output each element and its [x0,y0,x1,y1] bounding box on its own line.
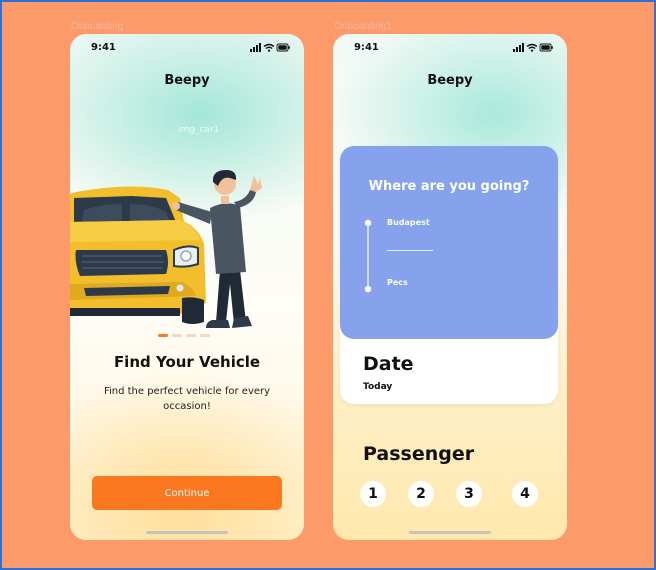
frame-label-onboarding1: Onboarding1 [334,21,392,32]
passenger-title: Passenger [363,443,475,465]
home-indicator [409,531,491,534]
destination-title: Where are you going? [368,179,530,194]
origin-field[interactable]: Budapest [387,218,430,227]
onboarding-screen: 9:41 Beepy img_car1 Find Your Vehicle Fi… [70,34,304,540]
pager-dot[interactable] [186,334,196,337]
destination-card: Where are you going? Budapest Pecs [340,146,558,339]
status-icons [513,43,553,52]
pager-dots [158,334,212,338]
design-canvas: Onboarding Onboarding1 9:41 Beepy img_ca… [2,2,654,568]
home-indicator [146,531,228,534]
trip-setup-screen: 9:41 Beepy Where are you going? Budapest… [333,34,567,540]
pager-dot[interactable] [200,334,210,337]
pager-dot-active[interactable] [158,334,168,337]
route-line-icon [364,219,372,293]
passenger-option-4[interactable]: 4 [512,481,538,507]
continue-button[interactable]: Continue [92,476,282,510]
passenger-option-2[interactable]: 2 [408,481,434,507]
wifi-icon [526,43,538,52]
onboarding-headline: Find Your Vehicle [113,353,261,371]
battery-icon [539,43,553,52]
onboarding-subtext: Find the perfect vehicle for every occas… [103,386,271,412]
route-divider [387,250,433,251]
passenger-option-1[interactable]: 1 [360,481,386,507]
wifi-icon [263,43,275,52]
car-person-illustration [70,170,262,328]
passenger-option-3[interactable]: 3 [456,481,482,507]
app-title: Beepy [164,73,210,88]
date-title: Date [363,353,414,375]
status-time: 9:41 [354,42,379,53]
battery-icon [276,43,290,52]
signal-icon [513,43,524,52]
app-title: Beepy [427,73,473,88]
destination-field[interactable]: Pecs [387,278,408,287]
status-time: 9:41 [91,42,116,53]
date-value[interactable]: Today [363,382,392,392]
signal-icon [250,43,261,52]
image-layer-label: img_car1 [178,125,220,135]
status-icons [250,43,290,52]
pager-dot[interactable] [172,334,182,337]
frame-label-onboarding: Onboarding [71,21,124,32]
